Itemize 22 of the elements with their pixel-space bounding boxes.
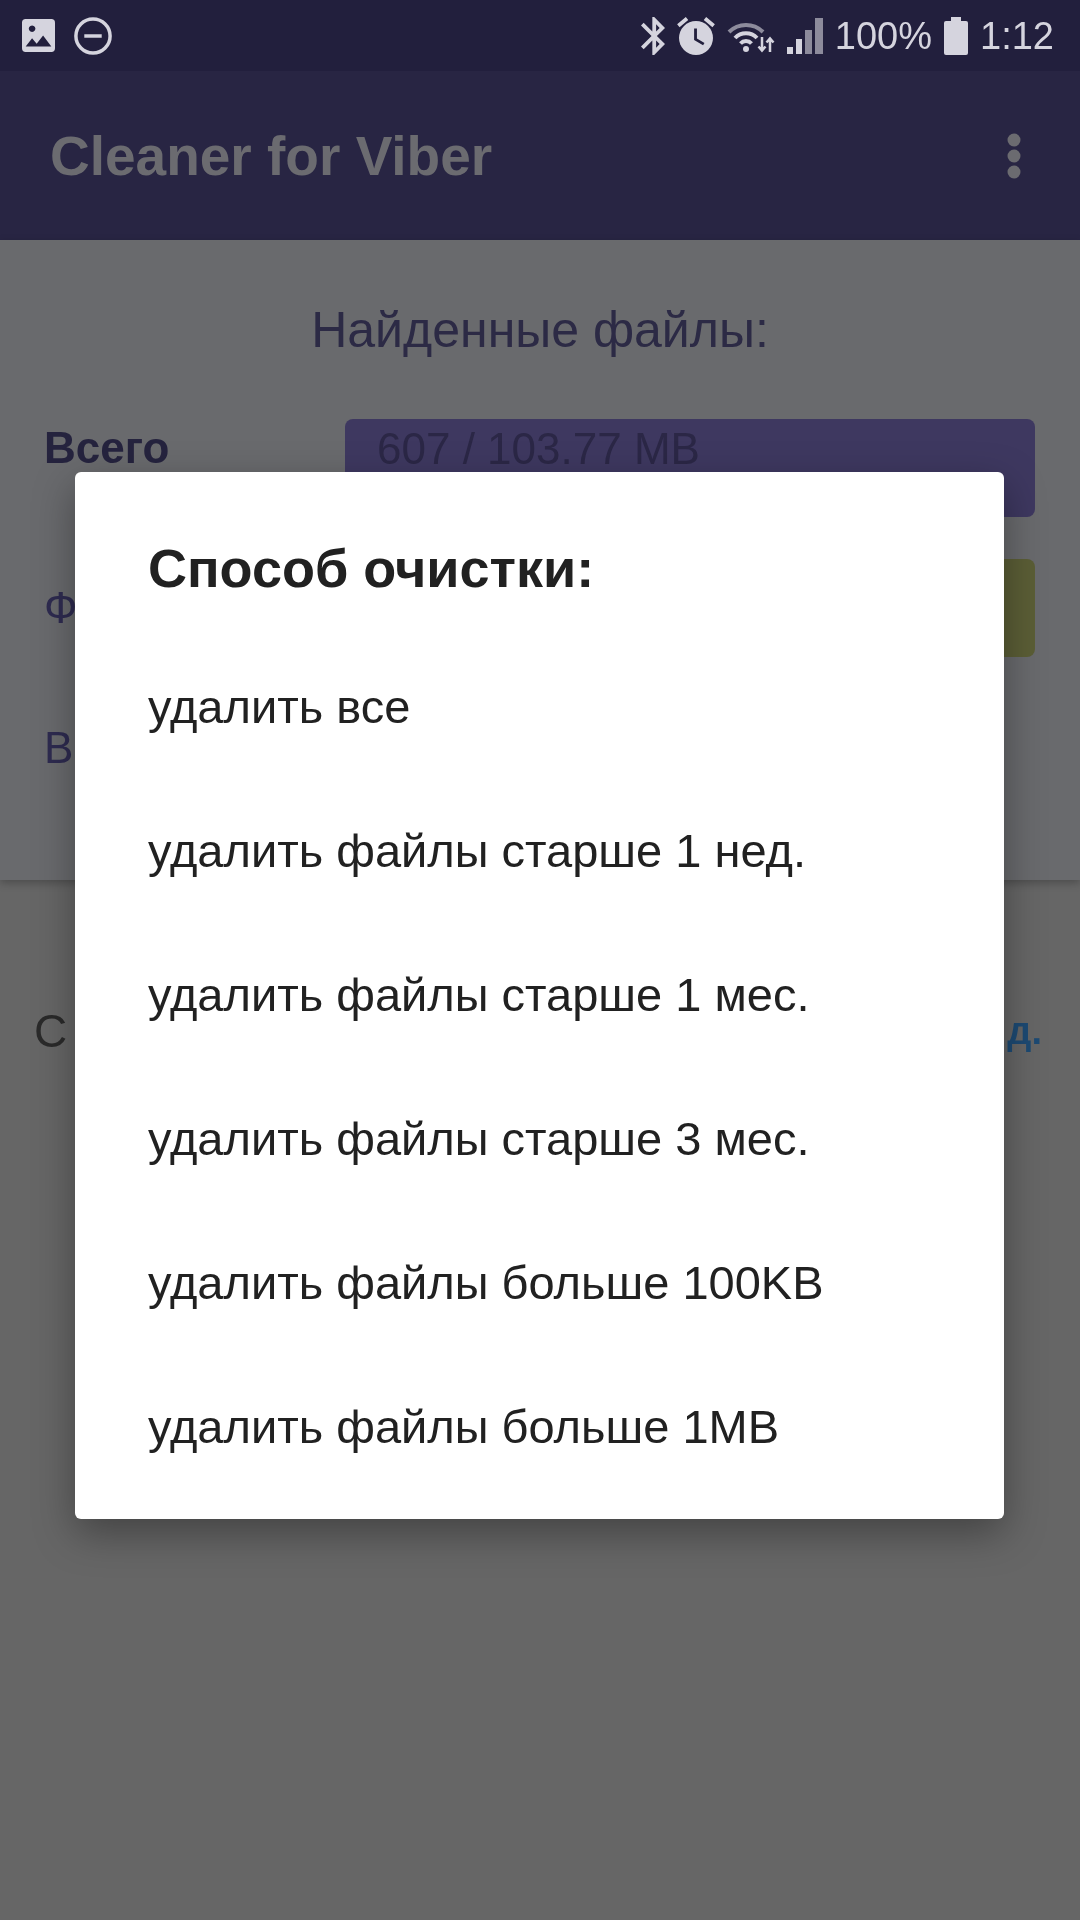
image-icon xyxy=(21,19,56,52)
app-title: Cleaner for Viber xyxy=(50,123,493,188)
row-label: Ф xyxy=(44,583,78,633)
dialog-option[interactable]: удалить все xyxy=(75,634,1004,778)
more-menu-icon[interactable] xyxy=(1007,132,1021,179)
bluetooth-icon xyxy=(640,16,665,55)
dialog-option[interactable]: удалить файлы больше 100KB xyxy=(75,1210,1004,1354)
section-heading: Найденные файлы: xyxy=(311,302,769,358)
row-label: В xyxy=(44,723,74,773)
dialog-option[interactable]: удалить файлы старше 1 нед. xyxy=(75,778,1004,922)
clock-time: 1:12 xyxy=(980,13,1054,58)
dialog-option[interactable]: удалить файлы старше 1 мес. xyxy=(75,922,1004,1066)
dialog-title: Способ очистки: xyxy=(148,537,595,600)
row-label: Всего xyxy=(44,423,170,473)
battery-percent: 100% xyxy=(834,13,933,58)
battery-icon xyxy=(944,16,969,55)
alarm-clock-icon xyxy=(676,16,715,55)
signal-icon xyxy=(786,17,823,54)
dialog-option[interactable]: удалить файлы больше 1MB xyxy=(75,1354,1004,1498)
minus-circle-icon xyxy=(74,16,112,55)
dialog-option[interactable]: удалить файлы старше 3 мес. xyxy=(75,1066,1004,1210)
footer-text: С xyxy=(34,1004,68,1059)
